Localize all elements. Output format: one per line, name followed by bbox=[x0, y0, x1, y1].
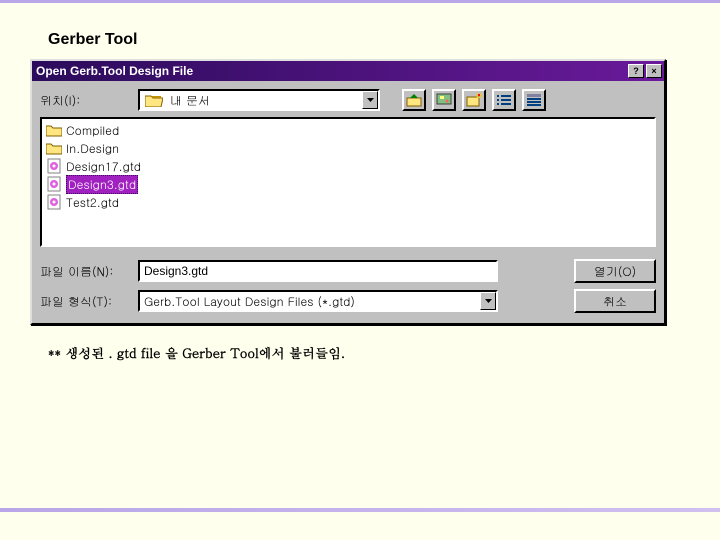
folder-open-icon bbox=[144, 92, 164, 108]
help-icon: ? bbox=[633, 66, 639, 76]
dialog-titlebar: Open Gerb.Tool Design File ? × bbox=[32, 61, 664, 81]
location-label: 위치(I): bbox=[40, 92, 138, 109]
filetype-combo[interactable]: Gerb.Tool Layout Design Files (*.gtd) bbox=[138, 290, 498, 312]
desktop-icon bbox=[436, 93, 452, 107]
close-button[interactable]: × bbox=[646, 64, 662, 78]
filename-input[interactable] bbox=[138, 260, 498, 282]
dialog-title: Open Gerb.Tool Design File bbox=[36, 64, 626, 78]
filename-label: 파일 이름(N): bbox=[40, 263, 138, 280]
details-view-button[interactable] bbox=[522, 89, 546, 111]
location-row: 위치(I): 내 문서 bbox=[40, 89, 656, 111]
new-folder-icon bbox=[466, 93, 482, 107]
up-arrow-folder-icon bbox=[406, 93, 422, 107]
list-item[interactable]: Design17.gtd bbox=[44, 157, 143, 175]
folder-icon bbox=[46, 140, 62, 156]
filename-row: 파일 이름(N): 열기(O) bbox=[40, 259, 656, 283]
list-icon bbox=[497, 94, 511, 106]
file-name: In.Design bbox=[66, 140, 119, 157]
cancel-button-label: 취소 bbox=[603, 293, 627, 310]
open-button[interactable]: 열기(O) bbox=[574, 259, 656, 283]
decorative-bottom-bar bbox=[0, 508, 720, 512]
list-item[interactable]: In.Design bbox=[44, 139, 121, 157]
up-one-level-button[interactable] bbox=[402, 89, 426, 111]
file-name: Design17.gtd bbox=[66, 158, 141, 175]
footnote: ** 생성된 . gtd file 을 Gerber Tool에서 불러들임. bbox=[48, 343, 690, 362]
open-file-dialog: Open Gerb.Tool Design File ? × 위치(I): bbox=[30, 59, 666, 325]
details-icon bbox=[527, 94, 541, 106]
gtd-file-icon bbox=[46, 176, 62, 192]
chevron-down-icon[interactable] bbox=[480, 292, 496, 310]
help-button[interactable]: ? bbox=[628, 64, 644, 78]
file-name: Design3.gtd bbox=[66, 175, 138, 194]
new-folder-button[interactable] bbox=[462, 89, 486, 111]
file-list[interactable]: Compiled In.Design Design17.gtd Design3.… bbox=[40, 117, 656, 247]
list-view-button[interactable] bbox=[492, 89, 516, 111]
chevron-down-icon[interactable] bbox=[362, 91, 378, 109]
list-item[interactable]: Design3.gtd bbox=[44, 175, 140, 193]
filetype-value: Gerb.Tool Layout Design Files (*.gtd) bbox=[140, 293, 480, 310]
filetype-row: 파일 형식(T): Gerb.Tool Layout Design Files … bbox=[40, 289, 656, 313]
cancel-button[interactable]: 취소 bbox=[574, 289, 656, 313]
list-item[interactable]: Test2.gtd bbox=[44, 193, 121, 211]
close-icon: × bbox=[651, 66, 656, 76]
gtd-file-icon bbox=[46, 158, 62, 174]
filetype-label: 파일 형식(T): bbox=[40, 293, 138, 310]
slide-background: Gerber Tool Open Gerb.Tool Design File ?… bbox=[0, 0, 720, 540]
location-value: 내 문서 bbox=[168, 92, 362, 109]
desktop-button[interactable] bbox=[432, 89, 456, 111]
location-combo[interactable]: 내 문서 bbox=[138, 89, 380, 111]
open-button-label: 열기(O) bbox=[594, 263, 636, 280]
section-title: Gerber Tool bbox=[48, 31, 690, 49]
folder-icon bbox=[46, 122, 62, 138]
file-name: Compiled bbox=[66, 122, 119, 139]
gtd-file-icon bbox=[46, 194, 62, 210]
file-name: Test2.gtd bbox=[66, 194, 119, 211]
list-item[interactable]: Compiled bbox=[44, 121, 121, 139]
